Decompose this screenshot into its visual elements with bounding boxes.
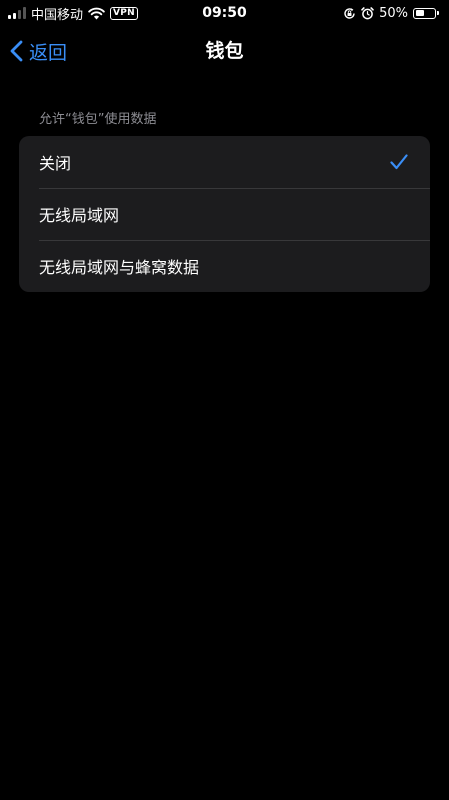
option-label: 关闭 [39,154,72,173]
option-label: 无线局域网与蜂窝数据 [39,258,200,277]
orientation-lock-icon [343,7,356,20]
status-right: 50% [343,3,439,23]
page-title: 钱包 [205,40,244,62]
option-label: 无线局域网 [39,206,120,225]
battery-fill [415,10,425,16]
option-off[interactable]: 关闭 [19,136,430,188]
section-header: 允许“钱包”使用数据 [39,112,157,127]
option-wlan[interactable]: 无线局域网 [19,188,430,240]
option-wlan-cellular[interactable]: 无线局域网与蜂窝数据 [19,240,430,292]
navigation-bar: 返回 钱包 [0,26,449,76]
status-bar: 中国移动 VPN 09:50 50% [0,0,449,26]
checkmark-icon [390,154,408,170]
data-access-options: 关闭 无线局域网 无线局域网与蜂窝数据 [19,136,430,292]
alarm-icon [361,6,374,20]
battery-percent: 50% [379,5,408,21]
battery-icon [413,7,436,19]
battery-nub [437,11,439,15]
